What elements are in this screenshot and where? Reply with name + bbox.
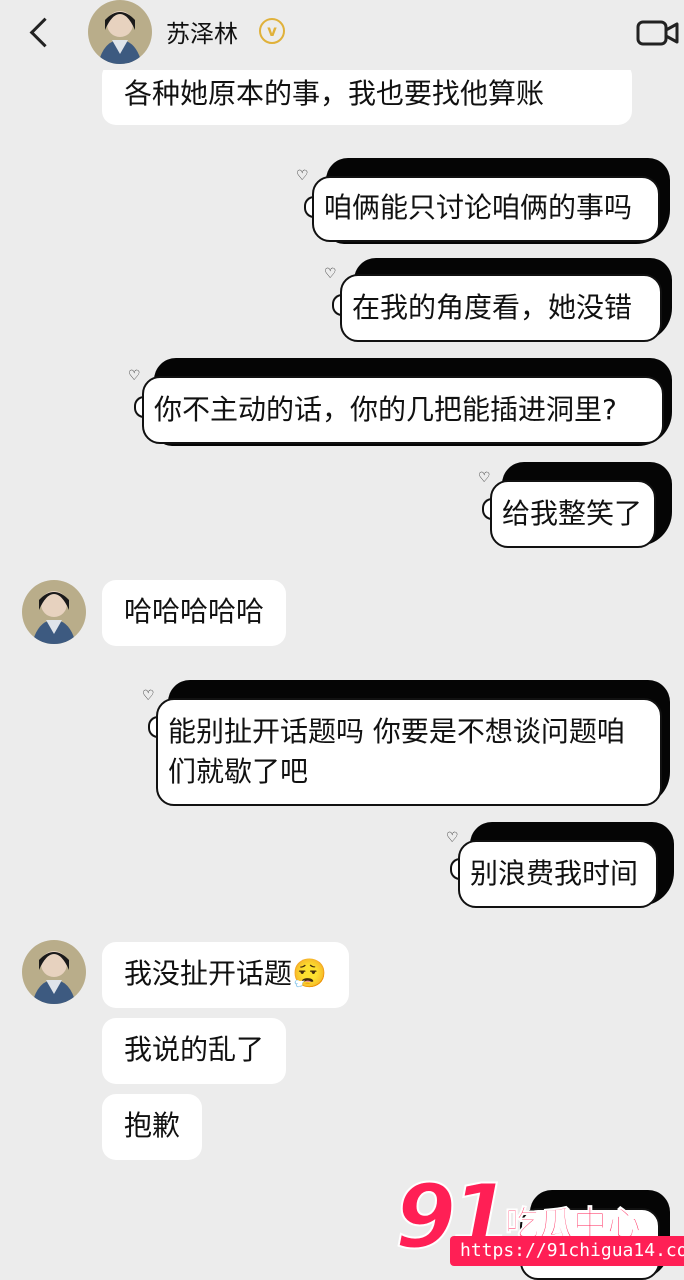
incoming-message-bubble: 哈哈哈哈哈 <box>102 580 287 646</box>
contact-avatar[interactable] <box>22 580 86 644</box>
message-text: 别浪费我时间 <box>470 857 639 890</box>
message-text: 给我整笑了 <box>502 497 643 530</box>
message-text: 在我的角度看，她没错 <box>352 291 633 324</box>
message-text: 各种她原本的事，我也要找他算账 <box>124 77 545 110</box>
message-text: 能别扯开话题吗 你要是不想谈问题咱们就歇了吧 <box>168 715 625 788</box>
verified-badge-icon: v <box>259 18 285 44</box>
heart-icon: ♡ <box>142 688 155 704</box>
incoming-message-bubble: 各种她原本的事，我也要找他算账 <box>102 62 632 125</box>
message-text: 哈哈哈哈哈 <box>124 595 265 628</box>
watermark-url: https://91chigua14.com <box>450 1236 684 1266</box>
heart-icon: ♡ <box>446 830 459 846</box>
contact-avatar[interactable] <box>88 0 152 64</box>
message-text: 我没扯开话题😮‍💨 <box>124 957 327 990</box>
message-text: 你不主动的话，你的几把能插进洞里? <box>154 393 617 426</box>
heart-icon: ♡ <box>128 368 141 384</box>
contact-avatar[interactable] <box>22 940 86 1004</box>
message-text: 咱俩能只讨论咱俩的事吗 <box>324 191 633 224</box>
chat-header: 苏泽林 v <box>0 0 684 70</box>
message-text: 我说的乱了 <box>124 1033 265 1066</box>
message-text: 抱歉 <box>124 1109 181 1142</box>
incoming-message-bubble: 我没扯开话题😮‍💨 <box>102 942 349 1008</box>
contact-name: 苏泽林 <box>166 20 238 48</box>
heart-icon: ♡ <box>296 168 309 184</box>
back-chevron-icon[interactable] <box>26 14 58 54</box>
incoming-message-bubble: 我说的乱了 <box>102 1018 287 1084</box>
heart-icon: ♡ <box>324 266 337 282</box>
video-camera-icon[interactable] <box>636 18 680 48</box>
incoming-message-bubble: 抱歉 <box>102 1094 203 1160</box>
heart-icon: ♡ <box>478 470 491 486</box>
